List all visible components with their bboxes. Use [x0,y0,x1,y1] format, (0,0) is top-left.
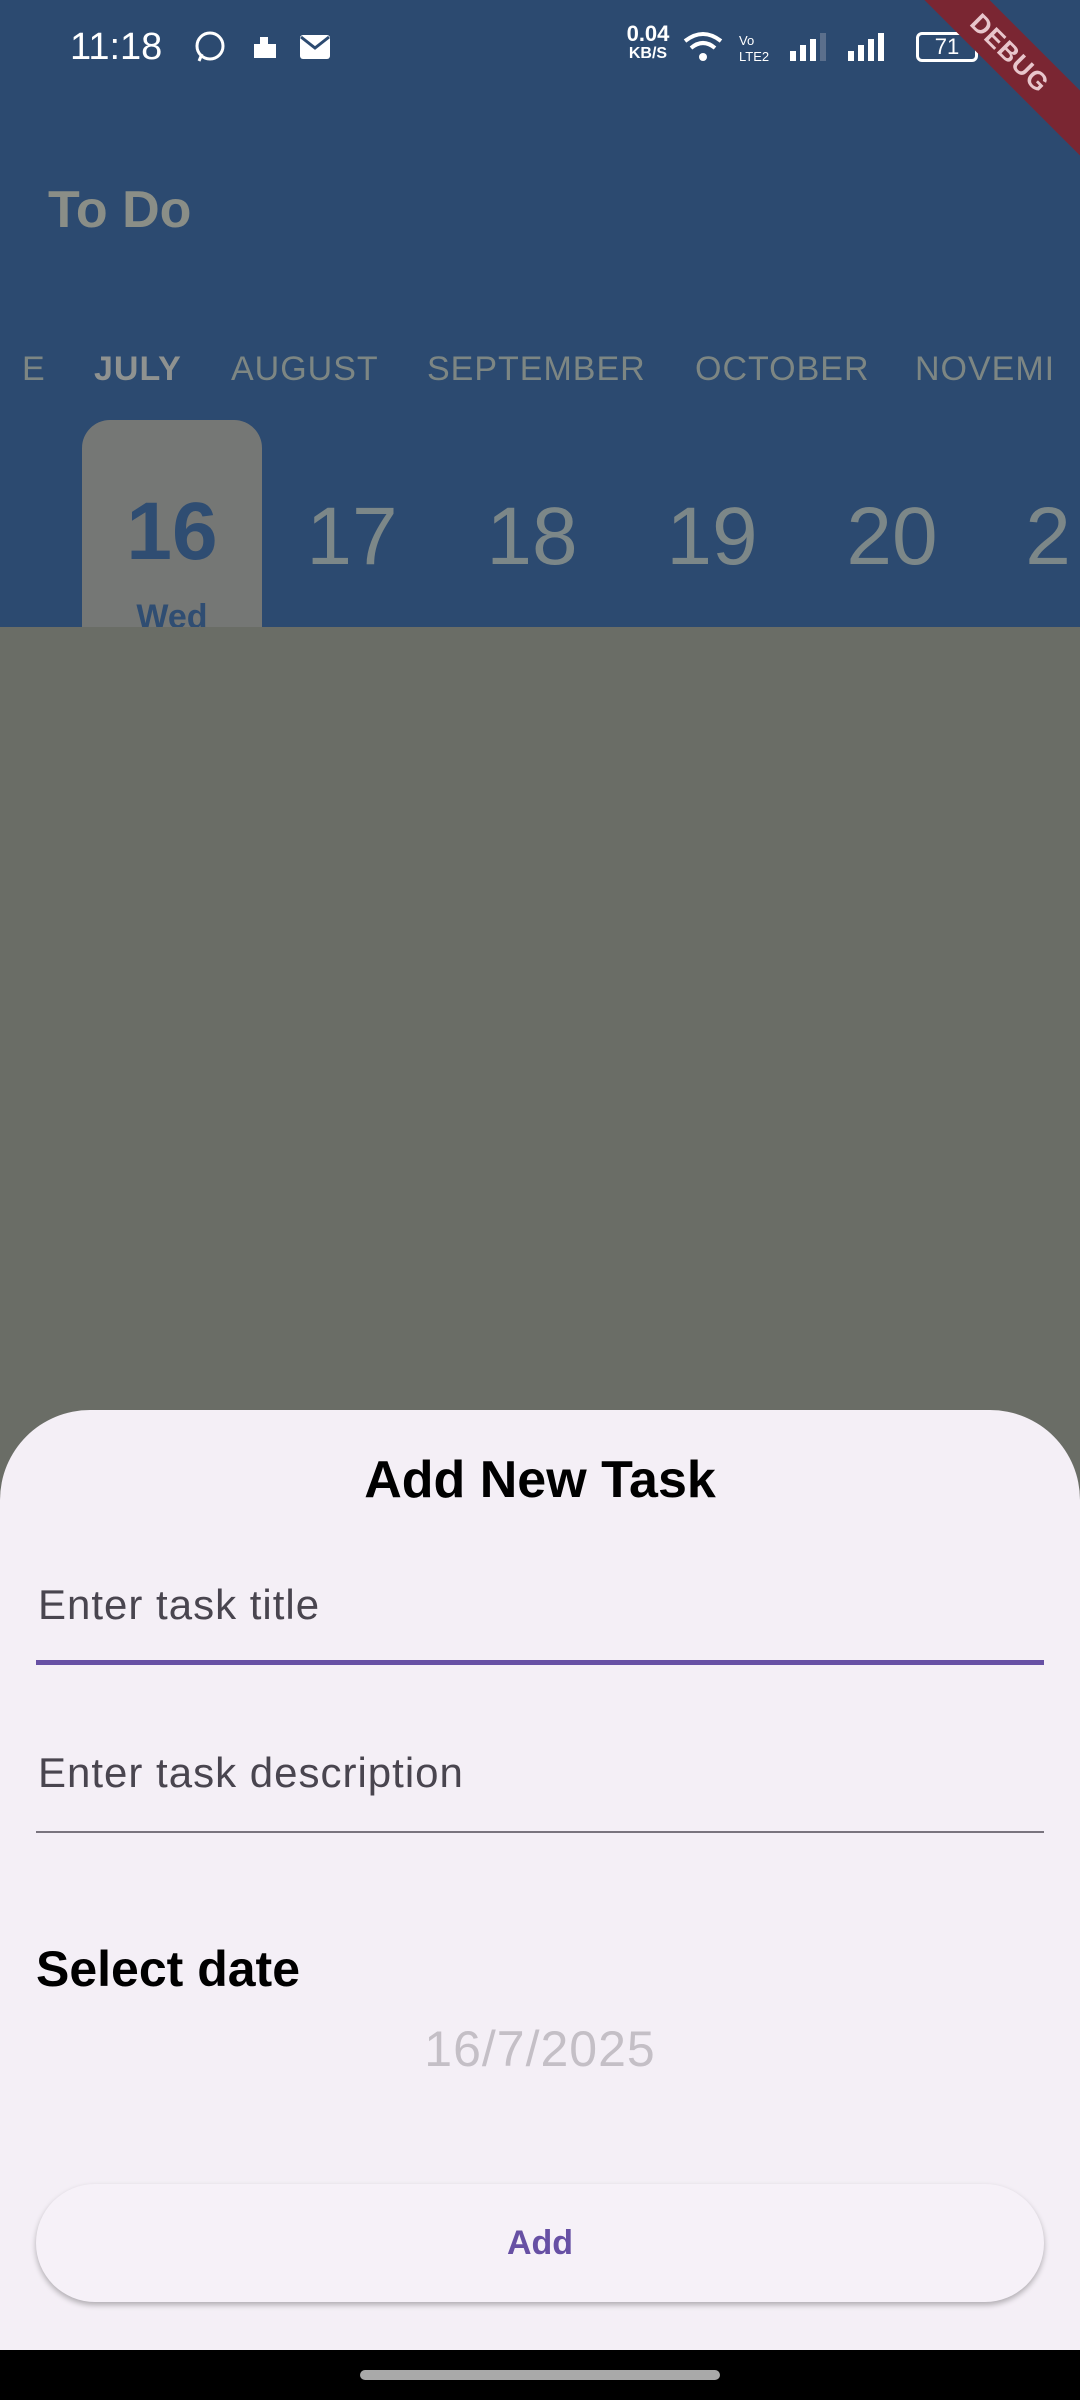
day-item[interactable]: 2 [968,490,1080,584]
network-speed-value: 0.04 [626,21,670,46]
date-picker-value[interactable]: 16/7/2025 [0,2020,1080,2078]
add-task-button[interactable]: Add [36,2184,1044,2302]
network-speed: 0.04 KB/S [620,21,676,64]
day-item[interactable]: 17 [272,490,432,584]
day-item[interactable]: 20 [812,490,972,584]
status-bar: 11:18 0.04 KB/S Vo LTE2 71 [0,0,1080,96]
selected-day-weekday: Wed [136,598,208,627]
month-item[interactable]: E [22,350,46,389]
task-title-input[interactable] [36,1545,1044,1665]
month-selector: E JULY AUGUST SEPTEMBER OCTOBER NOVEMI [0,350,1080,400]
task-description-input[interactable] [36,1713,1044,1833]
select-date-label: Select date [36,1941,301,1997]
svg-text:LTE2: LTE2 [739,49,769,63]
volte-icon: Vo LTE2 [737,30,777,64]
svg-text:Vo: Vo [739,33,754,48]
app-screen: 11:18 0.04 KB/S Vo LTE2 71 DEBUG To Do E… [0,0,1080,2350]
month-item[interactable]: AUGUST [231,350,379,389]
sheet-title: Add New Task [364,1451,716,1509]
selected-day-number: 16 [126,486,218,577]
signal-icon [846,30,890,64]
day-item[interactable]: 19 [632,490,792,584]
status-time: 11:18 [70,26,163,68]
day-item[interactable]: 5 [0,490,48,584]
mail-icon [298,30,332,64]
task-description-underline [36,1831,1044,1833]
system-navigation-bar [0,2350,1080,2400]
task-title-field[interactable] [36,1545,1044,1665]
network-speed-unit: KB/S [628,45,668,62]
month-item[interactable]: NOVEMI [915,350,1055,389]
wifi-icon [683,30,723,64]
month-item[interactable]: SEPTEMBER [427,350,646,389]
month-item[interactable]: OCTOBER [695,350,870,389]
day-selector: 5 16 Wed 17 18 19 20 2 [0,420,1080,627]
task-title-underline [36,1660,1044,1665]
month-item-active[interactable]: JULY [94,350,182,389]
app-title: To Do [48,181,192,239]
whatsapp-icon [193,30,227,64]
app-header: 11:18 0.04 KB/S Vo LTE2 71 DEBUG To Do E… [0,0,1080,627]
signal-icon [788,30,832,64]
task-description-field[interactable] [36,1713,1044,1833]
notification-icon [248,30,282,64]
day-item-selected[interactable]: 16 Wed [82,420,262,627]
home-gesture-handle[interactable] [360,2370,720,2380]
day-item[interactable]: 18 [452,490,612,584]
